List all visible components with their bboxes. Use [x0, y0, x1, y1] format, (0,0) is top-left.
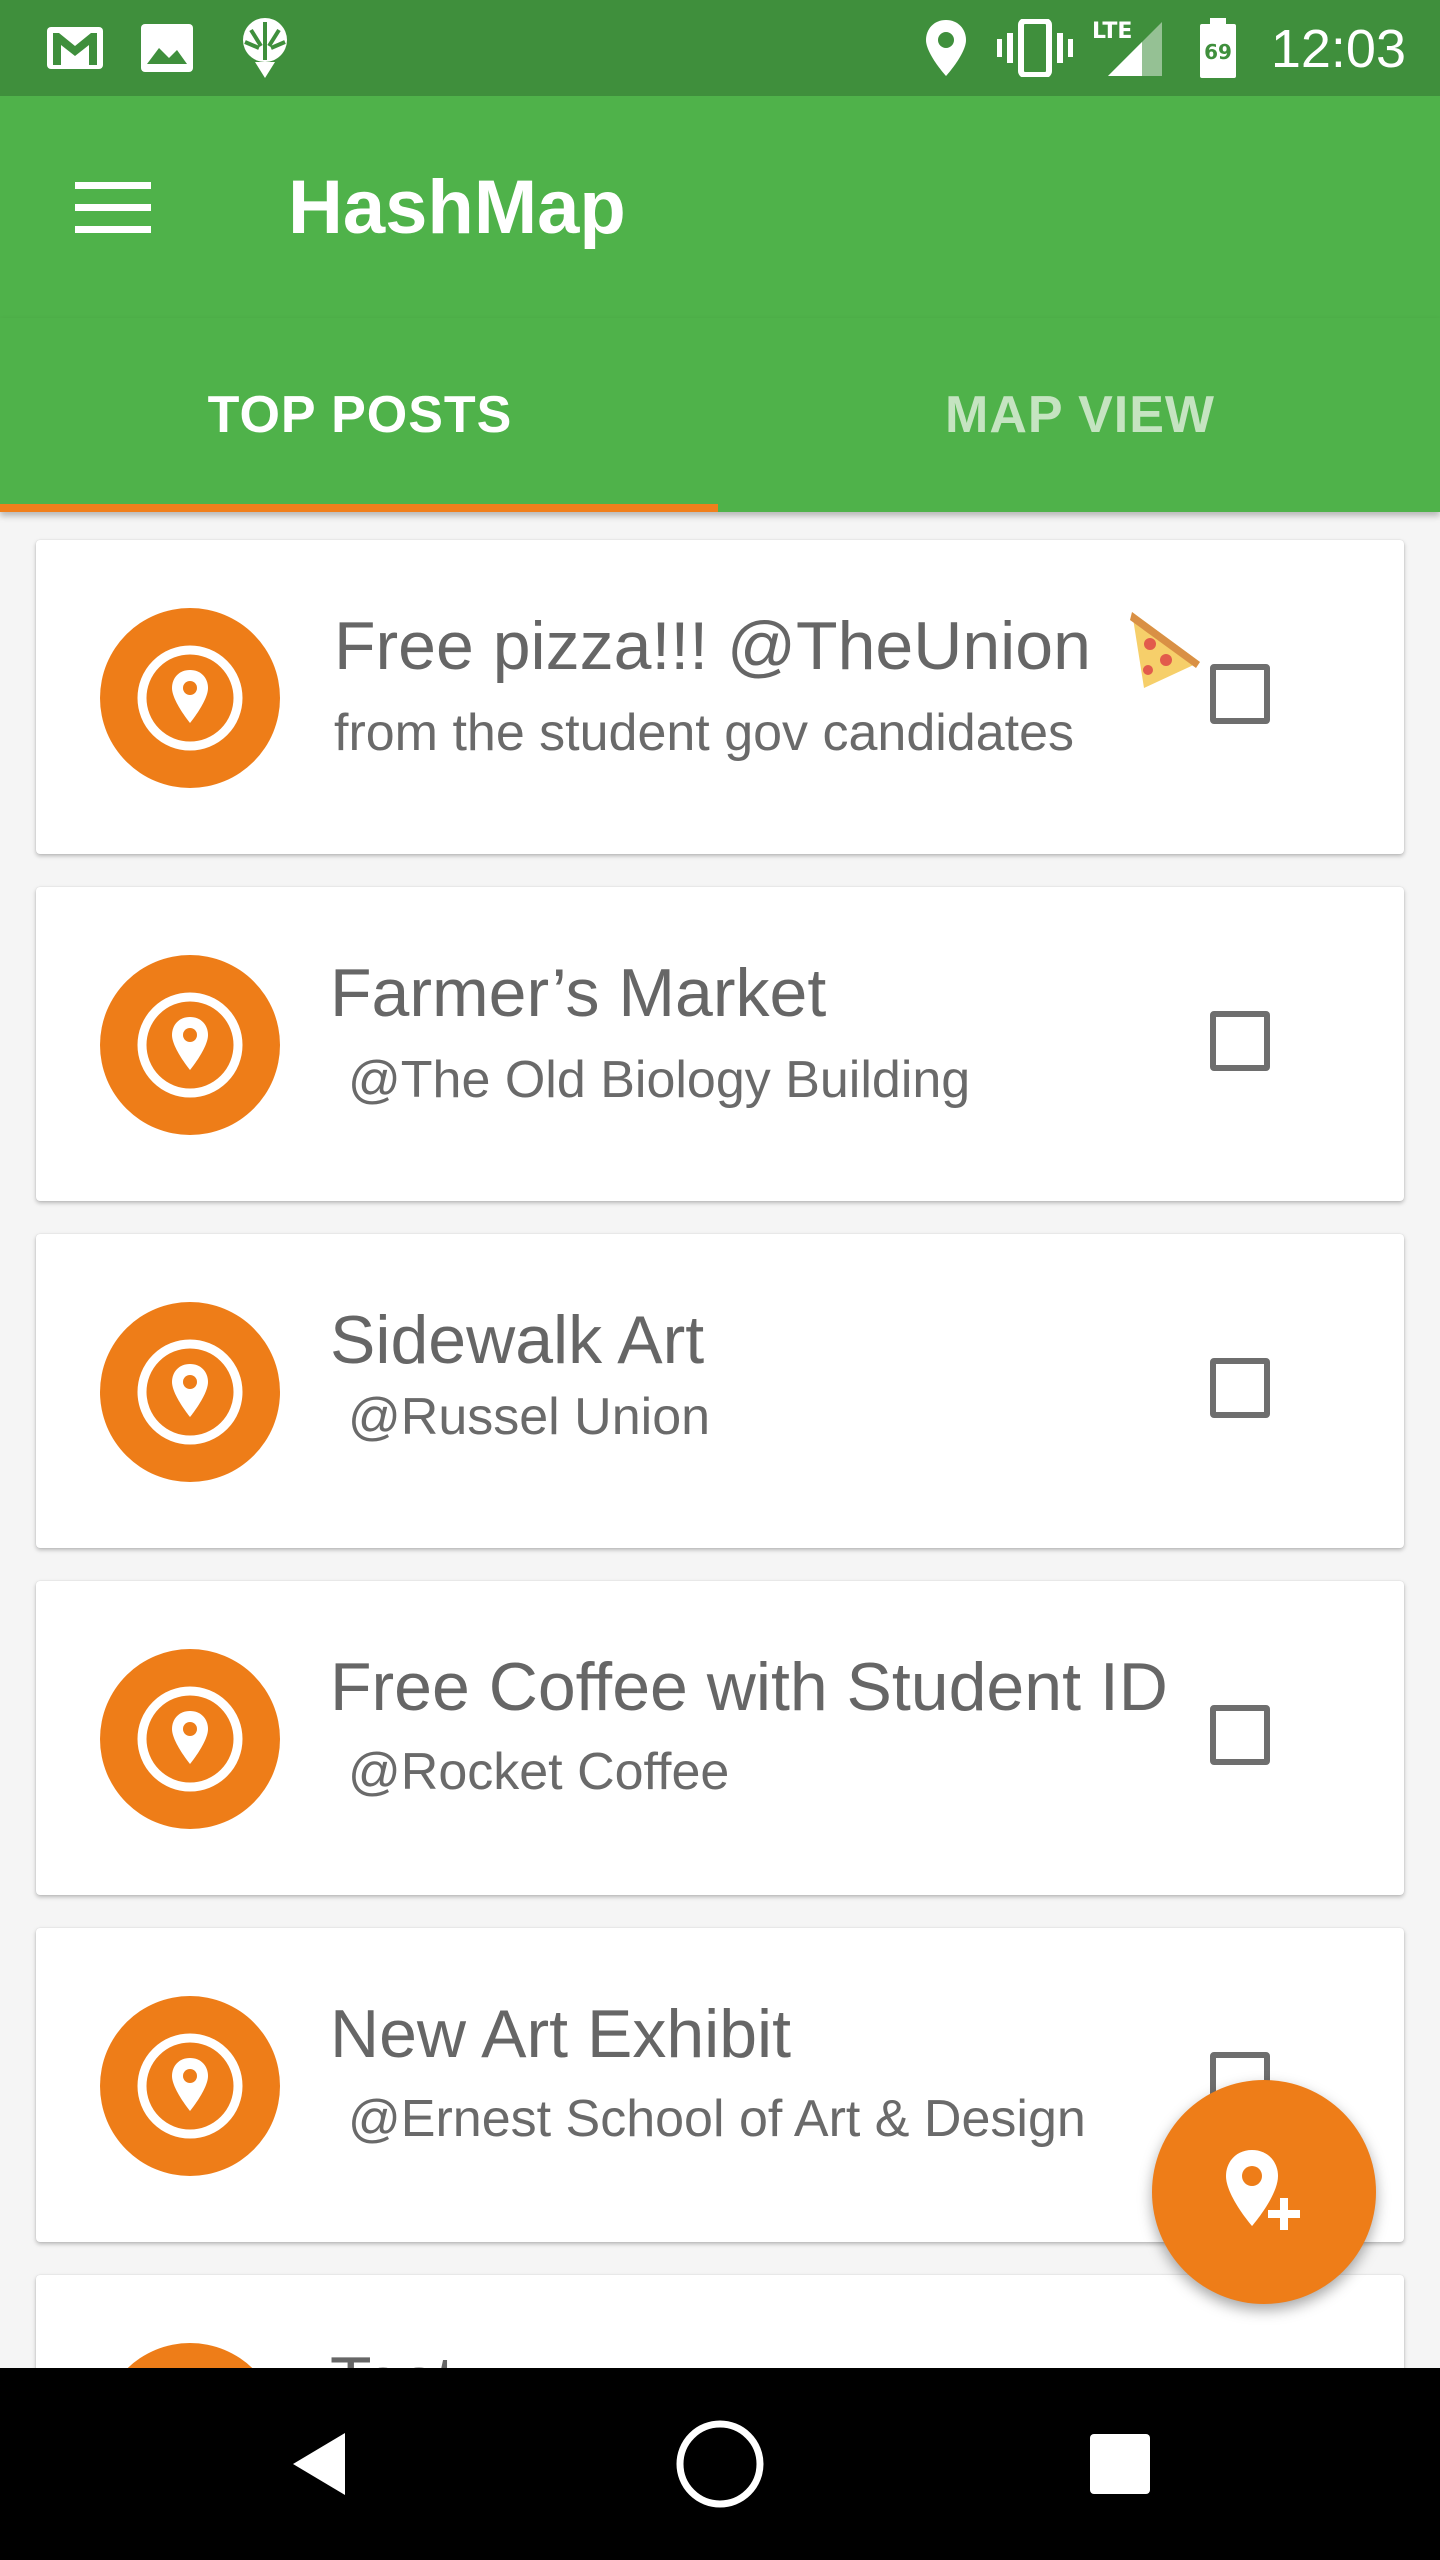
post-title: Farmer’s Market	[330, 955, 827, 1031]
location-pin-icon	[100, 608, 280, 788]
location-icon	[916, 16, 976, 80]
post-subtitle: @The Old Biology Building	[348, 1051, 971, 1109]
location-pin-icon	[100, 1996, 280, 2176]
post-title: Test	[330, 2341, 455, 2368]
post-title: Free pizza!!! @TheUnion	[334, 608, 1091, 684]
post-title: Sidewalk Art	[330, 1302, 705, 1378]
location-pin-icon	[100, 2343, 280, 2368]
tab-bar: TOP POSTS MAP VIEW	[0, 318, 1440, 512]
status-bar: LTE 69 12:03	[0, 0, 1440, 96]
post-subtitle: @Russel Union	[348, 1388, 711, 1446]
location-pin-icon	[100, 1649, 280, 1829]
tab-indicator	[0, 504, 718, 512]
post-card[interactable]: Farmer’s Market @The Old Biology Buildin…	[36, 887, 1404, 1201]
post-subtitle: @Rocket Coffee	[348, 1743, 730, 1801]
recents-icon[interactable]	[1060, 2404, 1180, 2524]
battery-icon: 69	[1196, 16, 1240, 80]
battery-level-text: 69	[1204, 40, 1232, 64]
gmail-icon	[40, 16, 110, 80]
add-location-button[interactable]	[1152, 2080, 1376, 2304]
post-checkbox[interactable]	[1210, 1358, 1270, 1418]
post-subtitle: from the student gov candidates	[334, 704, 1075, 762]
tab-top-posts[interactable]: TOP POSTS	[0, 318, 720, 512]
post-card[interactable]: Free pizza!!! @TheUnion from the student…	[36, 540, 1404, 854]
post-checkbox[interactable]	[1210, 1705, 1270, 1765]
post-title: Free Coffee with Student ID	[330, 1649, 1168, 1725]
pizza-emoji-icon	[1126, 604, 1206, 694]
app-notification-icon	[232, 16, 298, 80]
app-bar: HashMap	[0, 96, 1440, 318]
post-card[interactable]: Free Coffee with Student ID @Rocket Coff…	[36, 1581, 1404, 1895]
post-checkbox[interactable]	[1210, 664, 1270, 724]
add-location-icon	[1226, 2150, 1300, 2230]
post-card[interactable]: Test	[36, 2275, 1404, 2368]
tab-map-view[interactable]: MAP VIEW	[720, 318, 1440, 512]
gallery-icon	[136, 16, 198, 80]
post-card[interactable]: Sidewalk Art @Russel Union	[36, 1234, 1404, 1548]
location-pin-icon	[100, 1302, 280, 1482]
system-nav-bar	[0, 2368, 1440, 2560]
hamburger-menu-icon[interactable]	[58, 168, 168, 248]
post-title: New Art Exhibit	[330, 1996, 792, 2072]
location-pin-icon	[100, 955, 280, 1135]
post-checkbox[interactable]	[1210, 1011, 1270, 1071]
post-subtitle: @Ernest School of Art & Design	[348, 2090, 1086, 2148]
status-time: 12:03	[1270, 19, 1406, 79]
signal-icon: LTE	[1090, 16, 1166, 80]
app-title: HashMap	[288, 165, 626, 250]
back-icon[interactable]	[262, 2404, 382, 2524]
vibrate-icon	[996, 16, 1074, 80]
svg-text:LTE: LTE	[1092, 19, 1132, 44]
home-icon[interactable]	[660, 2404, 780, 2524]
